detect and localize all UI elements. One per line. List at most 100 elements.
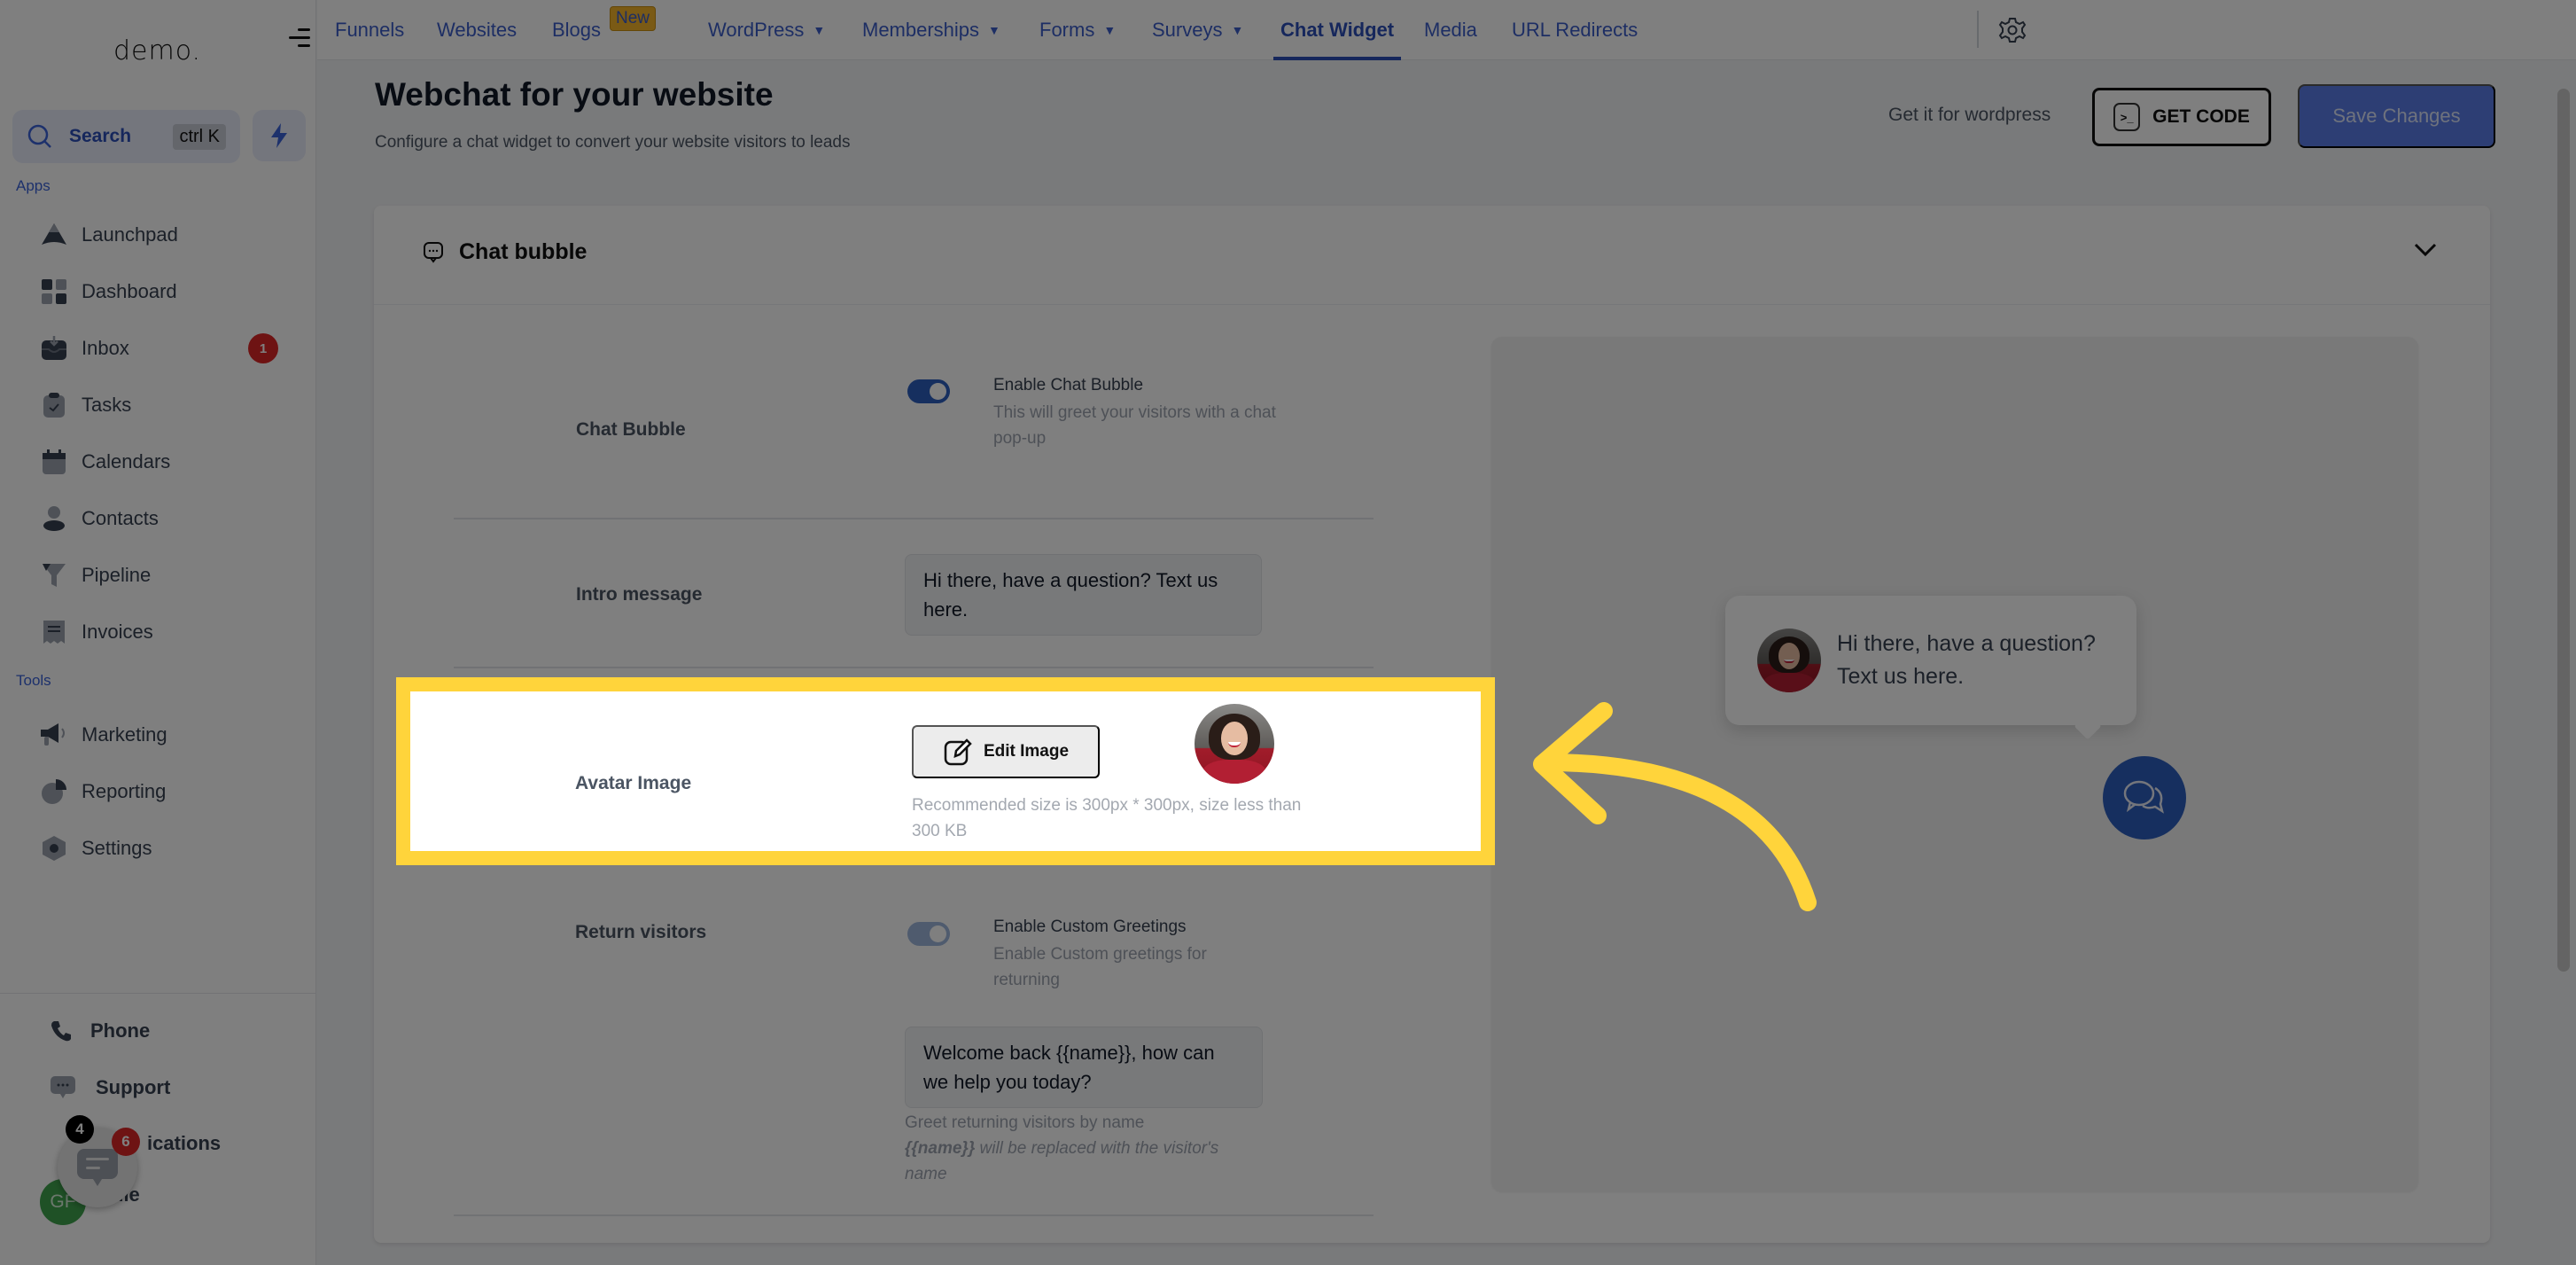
search-icon [27,124,51,148]
tab-label: Blogs [552,19,602,41]
tab-forms[interactable]: Forms ▼ [1039,0,1116,60]
sidebar-item-phone[interactable]: Phone [50,1019,150,1042]
avatar-image-preview [1195,704,1274,784]
inbox-count-badge: 1 [248,333,278,363]
sidebar-item-label: Contacts [82,507,159,529]
phone-icon [51,1021,71,1042]
chevron-down-icon: ▼ [813,23,826,37]
chevron-down-icon: ▼ [1103,23,1117,37]
sidebar-item-reporting[interactable]: Reporting [39,774,296,809]
sidebar-item-label: Settings [82,837,152,859]
sidebar-item-marketing[interactable]: Marketing [39,717,296,753]
tab-label: Chat Widget [1280,19,1395,41]
get-code-label: GET CODE [2152,106,2250,127]
sidebar-item-pipeline[interactable]: Pipeline [39,558,296,593]
chevron-down-icon[interactable] [2414,243,2437,257]
wordpress-link[interactable]: Get it for wordpress [1888,105,2051,126]
sidebar-item-tasks[interactable]: Tasks [39,387,296,423]
tutorial-arrow-icon [1533,702,1817,911]
intro-message-label: Intro message [576,584,703,605]
pie-chart-icon [39,777,69,807]
top-navigation: Funnels Websites Blogs New WordPress ▼ Me… [317,0,2576,60]
chat-bubble-toggle-desc: This will greet your visitors with a cha… [993,403,1276,448]
sidebar-item-launchpad[interactable]: Launchpad [39,217,296,253]
intro-message-input[interactable]: Hi there, have a question? Text us here. [905,554,1262,636]
invoices-icon [39,617,69,647]
tab-websites[interactable]: Websites [437,0,517,60]
custom-greetings-toggle[interactable] [907,922,950,946]
sidebar-item-invoices[interactable]: Invoices [39,614,296,650]
settings-gear-button[interactable] [1998,16,2027,49]
return-greeting-input[interactable]: Welcome back {{name}}, how can we help y… [905,1027,1263,1108]
sidebar-item-inbox[interactable]: Inbox 1 [39,331,296,366]
search-button[interactable]: Search ctrl K [12,110,240,163]
avatar-image-label: Avatar Image [575,773,692,793]
pipeline-icon [39,560,69,590]
preview-message: Hi there, have a question? Text us here. [1837,631,2096,689]
sidebar-item-contacts[interactable]: Contacts [39,501,296,536]
sidebar-item-label: Tasks [82,394,132,416]
chat-bubbles-icon [2123,780,2164,814]
sidebar-divider [0,993,316,994]
sidebar-item-settings[interactable]: Settings [39,831,296,866]
megaphone-icon [39,720,69,750]
tab-label: Forms [1039,19,1095,41]
chat-bubble-label: Chat Bubble [576,419,686,440]
chat-bubble-toggle[interactable] [907,379,950,403]
sidebar-item-label: Inbox [82,337,129,359]
inbox-icon [39,333,69,363]
tab-funnels[interactable]: Funnels [335,0,404,60]
chat-bubble-toggle-title: Enable Chat Bubble [993,376,1144,394]
sidebar-item-notifications[interactable]: ications [147,1132,221,1155]
sidebar-item-label: ications [147,1132,222,1154]
tab-surveys[interactable]: Surveys ▼ [1152,0,1243,60]
tab-label: Surveys [1152,19,1223,41]
save-changes-button[interactable]: Save Changes [2298,84,2495,148]
logo[interactable]: demo. [113,35,201,66]
hint-line: Greet returning visitors by name [905,1113,1145,1132]
sidebar-item-label: Pipeline [82,564,152,586]
quick-actions-button[interactable] [253,110,306,161]
terminal-icon: >_ [2113,103,2141,131]
hint-variable: {{name}} [905,1139,976,1158]
tools-section-label: Tools [16,672,51,689]
page-title: Webchat for your website [375,76,774,113]
tab-wordpress[interactable]: WordPress ▼ [708,0,825,60]
sidebar-item-support[interactable]: Support [50,1075,170,1100]
card-header[interactable]: Chat bubble [374,206,2490,305]
get-code-button[interactable]: >_ GET CODE [2092,88,2271,146]
tab-label: Media [1424,19,1477,41]
sidebar-item-calendars[interactable]: Calendars [39,444,296,480]
chat-widget-count-badge: 6 [112,1128,140,1156]
sidebar-item-label: Reporting [82,780,167,802]
sidebar-item-label: Calendars [82,450,171,472]
tab-chat-widget[interactable]: Chat Widget [1272,0,1402,60]
sidebar-item-label: Launchpad [82,223,178,246]
sidebar-item-dashboard[interactable]: Dashboard [39,274,296,309]
tab-url-redirects[interactable]: URL Redirects [1512,0,1638,60]
tab-label: URL Redirects [1512,19,1638,41]
edit-icon [944,738,972,766]
gear-icon [1998,18,2027,43]
sidebar-item-label: Dashboard [82,280,177,302]
chevron-down-icon: ▼ [988,23,1000,37]
sidebar-item-label: Phone [90,1019,151,1042]
row-divider [454,518,1374,519]
tab-blogs[interactable]: Blogs [552,0,601,60]
lightning-icon [271,123,287,148]
avatar-size-hint: Recommended size is 300px * 300px, size … [912,796,1302,840]
search-label: Search [69,126,132,146]
custom-greetings-title: Enable Custom Greetings [993,918,1187,936]
sidebar-item-label: Support [96,1076,171,1098]
menu-collapse-icon[interactable] [289,28,310,48]
contacts-icon [39,504,69,534]
tab-memberships[interactable]: Memberships ▼ [862,0,1000,60]
edit-image-button[interactable]: Edit Image [912,725,1100,778]
page-scrollbar[interactable] [2557,89,2570,972]
sidebar: demo. Search ctrl K Apps Launchpad Dashb… [0,0,316,1265]
edit-image-label: Edit Image [983,742,1070,761]
preview-chat-launcher[interactable] [2103,756,2186,839]
tab-media[interactable]: Media [1424,0,1477,60]
support-chat-icon [51,1076,75,1098]
sidebar-item-label: Invoices [82,621,153,643]
